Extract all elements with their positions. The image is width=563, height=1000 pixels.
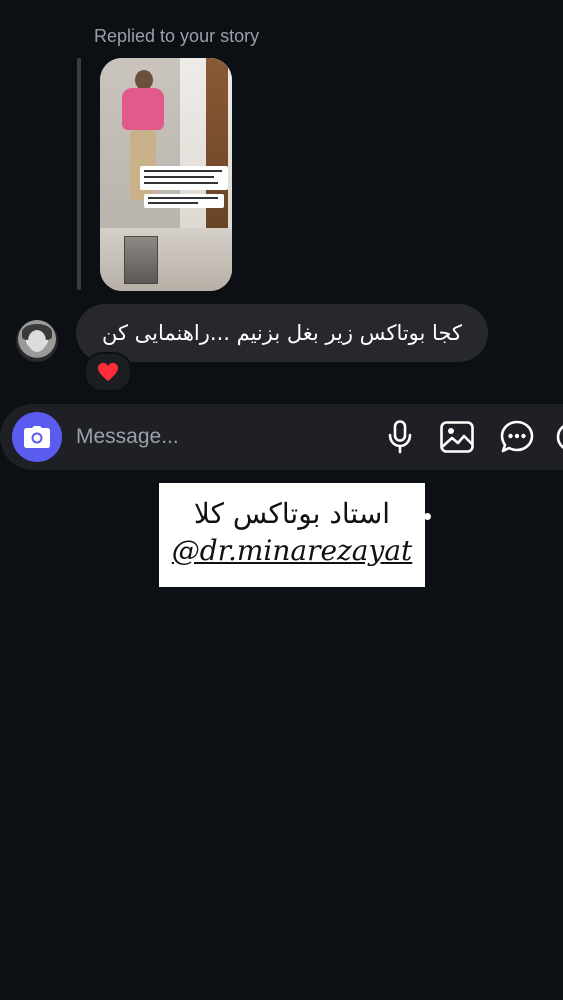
sticker-chat-button[interactable]	[498, 418, 536, 456]
heart-reaction[interactable]	[84, 352, 132, 392]
message-bubble[interactable]: کجا بوتاکس زیر بغل بزنیم ...راهنمایی کن	[76, 304, 488, 362]
gallery-icon	[440, 421, 474, 453]
story-image-person-body	[122, 88, 164, 130]
story-image-bin	[124, 236, 158, 284]
reply-indicator-bar	[77, 58, 81, 290]
message-input[interactable]	[76, 420, 366, 454]
gallery-button[interactable]	[438, 418, 476, 456]
camera-button[interactable]	[12, 412, 62, 462]
heart-icon	[98, 362, 118, 382]
story-caption-box-2	[144, 194, 224, 208]
story-caption-box	[140, 166, 228, 190]
story-caption-line	[148, 197, 218, 199]
overlay-dot	[424, 513, 431, 520]
overlay-handle: @dr.minarezayat	[171, 534, 413, 567]
overlay-title: استاد بوتاکس کلا	[193, 497, 391, 530]
camera-icon	[24, 426, 50, 448]
sticker-chat-icon	[500, 420, 534, 453]
microphone-button[interactable]	[381, 418, 419, 456]
story-caption-line	[144, 182, 218, 184]
story-thumbnail[interactable]	[100, 58, 232, 291]
story-caption-line	[144, 170, 222, 172]
avatar-face	[28, 330, 46, 352]
sender-avatar[interactable]	[16, 320, 58, 362]
dm-thread-screen: Replied to your story کجا بوتاکس زیر بغل…	[0, 0, 563, 1000]
story-caption-line	[148, 202, 198, 204]
message-text: کجا بوتاکس زیر بغل بزنیم ...راهنمایی کن	[101, 321, 463, 345]
overlay-text-card: استاد بوتاکس کلا @dr.minarezayat	[159, 483, 425, 587]
replied-to-story-label: Replied to your story	[94, 26, 260, 46]
microphone-icon	[388, 420, 412, 454]
more-circle-icon	[556, 425, 563, 449]
more-options-button[interactable]	[552, 418, 563, 456]
story-image-person-head	[135, 70, 153, 90]
story-image-floor	[100, 228, 232, 291]
story-caption-line	[144, 176, 214, 178]
